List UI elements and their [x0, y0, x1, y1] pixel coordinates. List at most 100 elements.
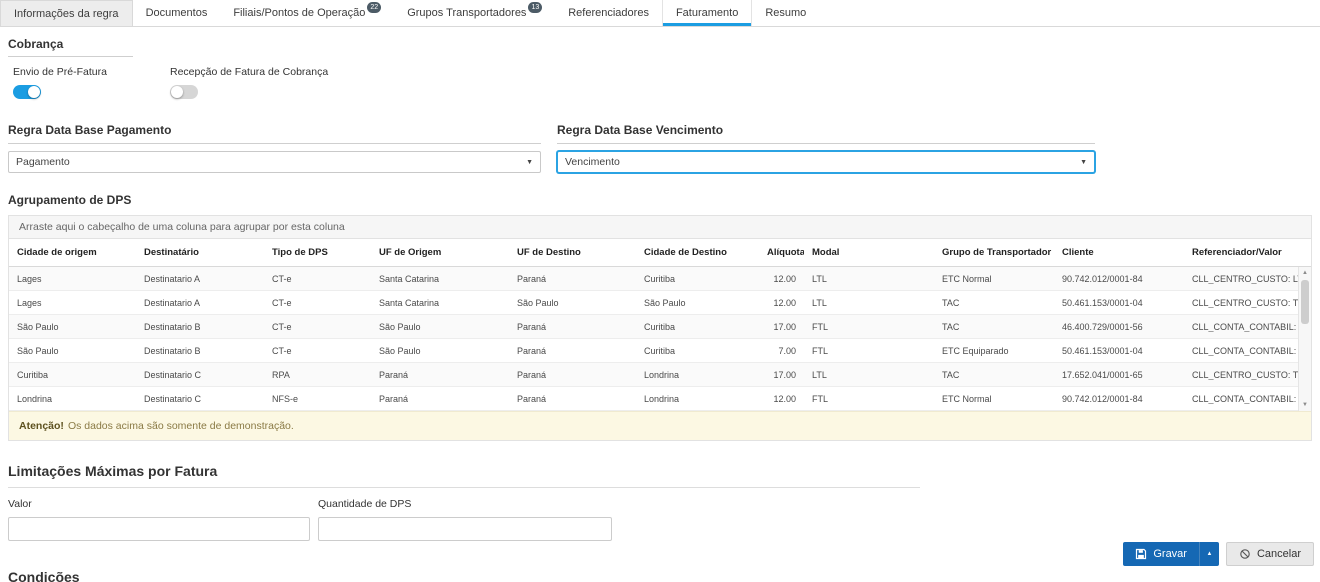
regra-pagamento-select-value: Pagamento [16, 156, 70, 168]
tab-badge: 13 [528, 2, 542, 13]
table-cell: 90.742.012/0001-84 [1054, 394, 1184, 404]
column-header-cidade-de-origem[interactable]: Cidade de origem [9, 239, 136, 266]
regra-pagamento-col: Regra Data Base Pagamento Pagamento ▼ [8, 123, 541, 173]
table-row[interactable]: São PauloDestinatario BCT-eSão PauloPara… [9, 315, 1298, 339]
vertical-scrollbar[interactable]: ▲ ▼ [1298, 267, 1311, 411]
table-cell: Destinatario B [136, 346, 264, 356]
table-cell: Destinatario A [136, 298, 264, 308]
quantidade-dps-field: Quantidade de DPS [318, 498, 612, 541]
section-title-cobranca: Cobrança [8, 37, 133, 57]
tab-label: Resumo [765, 7, 806, 19]
envio-pre-fatura-toggle[interactable] [13, 85, 41, 99]
table-cell: Londrina [636, 370, 759, 380]
table-cell: FTL [804, 346, 934, 356]
valor-input[interactable] [8, 517, 310, 541]
table-cell: TAC [934, 370, 1054, 380]
demo-data-warning: Atenção! Os dados acima são somente de de… [9, 411, 1311, 440]
section-title-agrupamento: Agrupamento de DPS [8, 193, 1312, 207]
table-cell: 90.742.012/0001-84 [1054, 274, 1184, 284]
tab-referenciadores[interactable]: Referenciadores [555, 0, 662, 26]
table-cell: São Paulo [371, 322, 509, 332]
envio-pre-fatura-label: Envio de Pré-Fatura [13, 66, 165, 78]
column-header-modal[interactable]: Modal [804, 239, 934, 266]
tab-informacoes-da-regra[interactable]: Informações da regra [0, 0, 133, 26]
column-header-referenciador-valor[interactable]: Referenciador/Valor [1184, 239, 1298, 266]
limitacoes-fields: Valor Quantidade de DPS [8, 498, 1312, 541]
table-cell: ETC Normal [934, 274, 1054, 284]
table-row[interactable]: São PauloDestinatario BCT-eSão PauloPara… [9, 339, 1298, 363]
table-row[interactable]: LondrinaDestinatario CNFS-eParanáParanáL… [9, 387, 1298, 411]
recepcao-fatura-toggle[interactable] [170, 85, 198, 99]
grid-body: LagesDestinatario ACT-eSanta CatarinaPar… [9, 267, 1311, 411]
column-header-tipo-de-dps[interactable]: Tipo de DPS [264, 239, 371, 266]
table-cell: Paraná [509, 322, 636, 332]
column-header-grupo-de-transportador[interactable]: Grupo de Transportador [934, 239, 1054, 266]
table-row[interactable]: LagesDestinatario ACT-eSanta CatarinaSão… [9, 291, 1298, 315]
column-header-cidade-de-destino[interactable]: Cidade de Destino [636, 239, 759, 266]
tab-label: Informações da regra [14, 8, 119, 20]
tab-faturamento[interactable]: Faturamento [662, 0, 752, 26]
cancel-icon [1239, 548, 1251, 560]
dps-grid: Arraste aqui o cabeçalho de uma coluna p… [8, 215, 1312, 441]
save-split-button: Gravar ▲ [1123, 542, 1219, 566]
column-header-uf-de-destino[interactable]: UF de Destino [509, 239, 636, 266]
tab-label: Filiais/Pontos de Operação [233, 7, 365, 19]
envio-pre-fatura-block: Envio de Pré-Fatura [8, 66, 165, 99]
save-label: Gravar [1153, 548, 1187, 560]
warning-emphasis: Atenção! [19, 420, 64, 432]
column-header-destinatario[interactable]: Destinatário [136, 239, 264, 266]
tabbar: Informações da regra Documentos Filiais/Po… [0, 0, 1320, 27]
tab-documentos[interactable]: Documentos [133, 0, 221, 26]
tab-resumo[interactable]: Resumo [752, 0, 819, 26]
table-row[interactable]: CuritibaDestinatario CRPAParanáParanáLon… [9, 363, 1298, 387]
regra-vencimento-col: Regra Data Base Vencimento Vencimento ▼ [557, 123, 1095, 173]
tab-grupos-transportadores[interactable]: Grupos Transportadores13 [394, 0, 555, 26]
table-cell: ETC Equiparado [934, 346, 1054, 356]
scrollbar-thumb[interactable] [1301, 280, 1309, 324]
regra-vencimento-select[interactable]: Vencimento ▼ [557, 151, 1095, 173]
table-cell: NFS-e [264, 394, 371, 404]
table-cell: 7.00 [759, 346, 804, 356]
quantidade-dps-input[interactable] [318, 517, 612, 541]
regra-pagamento-select[interactable]: Pagamento ▼ [8, 151, 541, 173]
column-header-cliente[interactable]: Cliente [1054, 239, 1184, 266]
column-header-uf-de-origem[interactable]: UF de Origem [371, 239, 509, 266]
table-cell: 12.00 [759, 274, 804, 284]
tab-filiais-pontos-de-operacao[interactable]: Filiais/Pontos de Operação22 [220, 0, 394, 26]
tab-label: Documentos [146, 7, 208, 19]
save-button[interactable]: Gravar [1123, 542, 1199, 566]
scroll-up-icon[interactable]: ▲ [1299, 267, 1311, 279]
table-cell: FTL [804, 322, 934, 332]
table-cell: Curitiba [636, 274, 759, 284]
table-cell: 12.00 [759, 298, 804, 308]
recepcao-fatura-block: Recepção de Fatura de Cobrança [165, 66, 328, 99]
section-title-regra-vencimento: Regra Data Base Vencimento [557, 123, 1095, 144]
table-cell: Destinatario B [136, 322, 264, 332]
table-cell: 17.00 [759, 322, 804, 332]
scroll-down-icon[interactable]: ▼ [1299, 399, 1311, 411]
table-row[interactable]: LagesDestinatario ACT-eSanta CatarinaPar… [9, 267, 1298, 291]
table-cell: Paraná [371, 394, 509, 404]
tab-label: Referenciadores [568, 7, 649, 19]
table-cell: CT-e [264, 346, 371, 356]
table-cell: Santa Catarina [371, 274, 509, 284]
table-cell: Curitiba [636, 322, 759, 332]
quantidade-dps-label: Quantidade de DPS [318, 498, 612, 510]
table-cell: Paraná [509, 370, 636, 380]
table-cell: CLL_CONTA_CONTABIL: DEPART_A [1184, 394, 1298, 404]
section-title-condicoes: Condições [8, 569, 920, 582]
table-cell: 50.461.153/0001-04 [1054, 298, 1184, 308]
cancel-label: Cancelar [1257, 548, 1301, 560]
warning-text: Os dados acima são somente de demonstraç… [68, 420, 294, 432]
cancel-button[interactable]: Cancelar [1226, 542, 1314, 566]
table-cell: Paraná [371, 370, 509, 380]
toggle-knob [171, 86, 183, 98]
tab-label: Grupos Transportadores [407, 7, 526, 19]
column-header-aliquota[interactable]: Alíquota [759, 239, 804, 266]
save-options-button[interactable]: ▲ [1199, 542, 1219, 566]
table-cell: RPA [264, 370, 371, 380]
table-cell: CT-e [264, 274, 371, 284]
table-cell: LTL [804, 274, 934, 284]
group-drop-zone[interactable]: Arraste aqui o cabeçalho de uma coluna p… [9, 216, 1311, 239]
table-cell: 17.00 [759, 370, 804, 380]
